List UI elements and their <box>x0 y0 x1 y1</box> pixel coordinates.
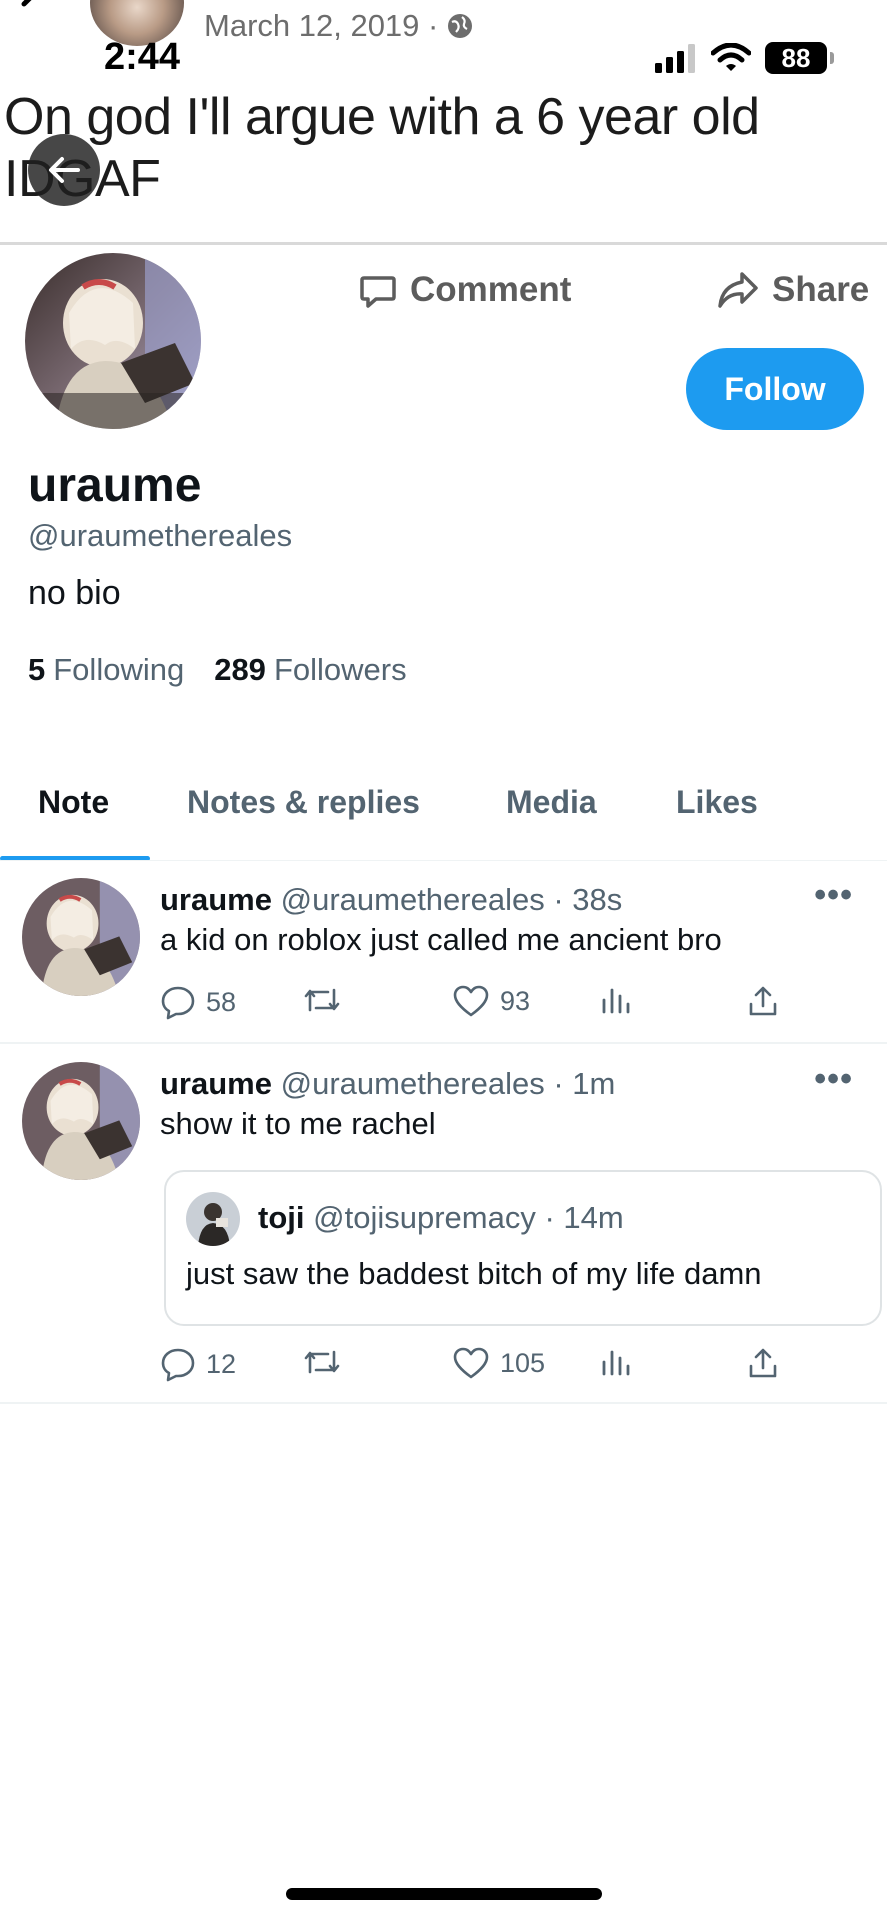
avatar-image <box>22 878 140 996</box>
quoted-author-name: toji <box>258 1200 305 1235</box>
renote-icon <box>304 988 340 1012</box>
banner-divider <box>0 242 887 245</box>
views-chart-icon <box>602 1350 630 1376</box>
wifi-icon <box>711 43 751 71</box>
banner-share-action: Share <box>716 270 869 310</box>
share-icon <box>749 986 777 1016</box>
note-author-avatar[interactable] <box>22 1062 140 1180</box>
quoted-note[interactable]: toji @tojisupremacy · 14m just saw the b… <box>164 1170 882 1326</box>
tab-likes[interactable]: Likes <box>676 784 758 821</box>
share-action[interactable] <box>746 1346 780 1380</box>
like-action[interactable]: 105 <box>452 1346 545 1380</box>
followers-count: 289 <box>214 652 266 687</box>
arrow-left-icon <box>49 157 80 183</box>
reply-icon <box>161 1348 195 1382</box>
banner-post-date: March 12, 2019 · <box>204 8 474 44</box>
note-text: show it to me rachel <box>160 1106 436 1141</box>
like-count: 93 <box>500 985 531 1016</box>
avatar-image <box>22 1062 140 1180</box>
back-button[interactable] <box>28 134 100 206</box>
profile-avatar[interactable] <box>22 250 204 432</box>
battery-indicator: 88 <box>765 42 834 74</box>
tab-note[interactable]: Note <box>38 784 109 821</box>
note-timestamp: · 38s <box>553 882 623 917</box>
note-text: a kid on roblox just called me ancient b… <box>160 922 722 957</box>
note-item[interactable]: uraume @uraumethereales · 38s ••• a kid … <box>0 862 887 1044</box>
avatar-image <box>186 1192 240 1246</box>
quoted-timestamp: · 14m <box>544 1200 624 1235</box>
profile-display-name: uraume <box>28 459 202 512</box>
reply-action[interactable]: 58 <box>160 984 236 1020</box>
status-bar-time: 2:44 <box>104 36 181 78</box>
note-header: uraume @uraumethereales · 1m <box>160 1066 615 1102</box>
heart-icon <box>453 1347 489 1379</box>
share-action[interactable] <box>746 984 780 1018</box>
note-author-handle: @uraumethereales <box>280 1066 545 1101</box>
note-actions: 58 93 <box>160 984 800 1028</box>
note-header: uraume @uraumethereales · 38s <box>160 882 622 918</box>
followers-label: Followers <box>273 652 407 687</box>
globe-icon <box>448 14 473 38</box>
tab-media[interactable]: Media <box>506 784 597 821</box>
follow-button[interactable]: Follow <box>686 348 864 430</box>
views-action[interactable] <box>600 1346 632 1378</box>
followers-stat[interactable]: 289 Followers <box>214 652 406 688</box>
home-indicator[interactable] <box>286 1888 602 1900</box>
heart-icon <box>453 985 489 1017</box>
tab-notes-and-replies[interactable]: Notes & replies <box>187 784 420 821</box>
profile-handle: @uraumethereales <box>28 518 293 553</box>
profile-stats: 5 Following 289 Followers <box>28 652 407 688</box>
reply-count: 12 <box>206 1348 237 1379</box>
views-chart-icon <box>602 988 630 1014</box>
following-stat[interactable]: 5 Following <box>28 652 184 688</box>
banner-share-label: Share <box>772 270 870 309</box>
renote-action[interactable] <box>302 984 342 1016</box>
note-item[interactable]: uraume @uraumethereales · 1m ••• show it… <box>0 1046 887 1404</box>
share-icon <box>749 1348 777 1378</box>
profile-tabs: Note Notes & replies Media Likes <box>0 770 887 860</box>
note-actions: 12 105 <box>160 1346 800 1390</box>
quoted-author-handle: @tojisupremacy <box>313 1200 536 1235</box>
note-timestamp: · 1m <box>553 1066 616 1101</box>
note-author-avatar[interactable] <box>22 878 140 996</box>
banner-comment-label: Comment <box>410 270 572 309</box>
note-author-name[interactable]: uraume <box>160 1066 272 1101</box>
more-options-icon[interactable]: ••• <box>814 876 853 915</box>
like-count: 105 <box>500 1347 546 1378</box>
following-label: Following <box>53 652 185 687</box>
profile-bio: no bio <box>28 574 121 612</box>
banner-post-text: On god I'll argue with a 6 year old IDGA… <box>4 88 760 208</box>
renote-action[interactable] <box>302 1346 342 1378</box>
more-options-icon[interactable]: ••• <box>814 1060 853 1099</box>
share-arrow-icon <box>718 272 758 308</box>
reply-count: 58 <box>206 986 237 1017</box>
renote-icon <box>304 1350 340 1374</box>
note-author-handle: @uraumethereales <box>280 882 545 917</box>
chevron-left-icon <box>21 0 32 7</box>
quoted-note-text: just saw the baddest bitch of my life da… <box>186 1256 762 1291</box>
status-bar-indicators: 88 <box>655 42 834 74</box>
quoted-author-avatar <box>186 1192 240 1246</box>
comment-icon <box>360 276 396 308</box>
banner-comment-action: Comment <box>358 270 571 310</box>
banner-date-text: March 12, 2019 · <box>204 8 439 43</box>
quoted-note-header: toji @tojisupremacy · 14m <box>258 1200 624 1236</box>
reply-action[interactable]: 12 <box>160 1346 236 1382</box>
note-author-name[interactable]: uraume <box>160 882 272 917</box>
views-action[interactable] <box>600 984 632 1016</box>
cellular-signal-icon <box>655 44 695 73</box>
like-action[interactable]: 93 <box>452 984 530 1018</box>
tabs-divider <box>0 860 887 861</box>
reply-icon <box>161 986 195 1020</box>
following-count: 5 <box>28 652 46 687</box>
avatar-image <box>25 253 201 429</box>
